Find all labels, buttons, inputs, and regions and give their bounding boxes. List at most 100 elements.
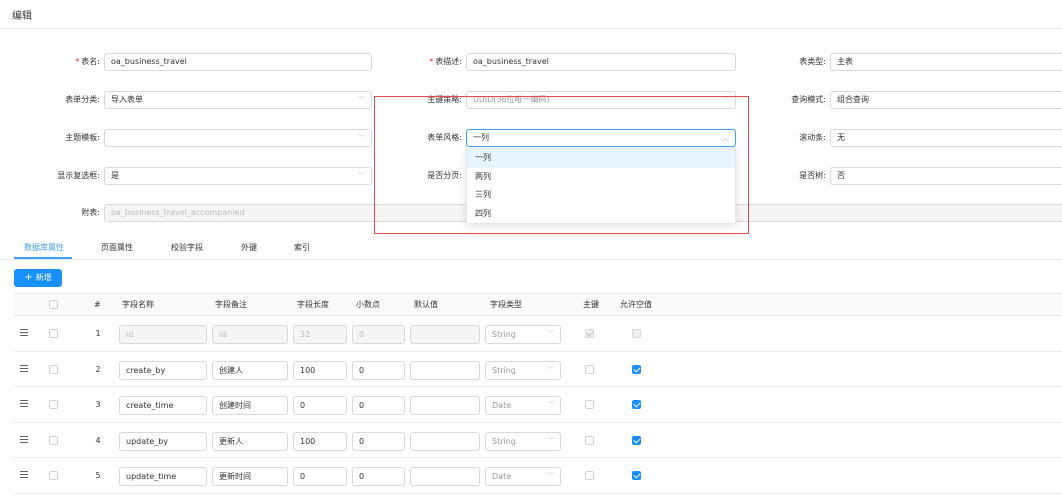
- field-remark-input[interactable]: 更新时间: [212, 467, 288, 486]
- field-remark-input[interactable]: 创建人: [212, 360, 288, 380]
- drag-handle-icon[interactable]: [20, 435, 28, 444]
- primary-key-checkbox[interactable]: [585, 364, 594, 374]
- table-row: 4 update_by 更新人 100 0 String ﹀: [14, 423, 1062, 458]
- field-length-input[interactable]: 0: [293, 467, 347, 486]
- col-decimal: 小数点: [356, 300, 380, 309]
- primary-key-checkbox[interactable]: [585, 400, 594, 409]
- decimal-input[interactable]: 0: [352, 360, 405, 380]
- decimal-input[interactable]: 0: [352, 431, 405, 451]
- query-mode-select[interactable]: 组合查询: [830, 91, 1062, 109]
- field-type-select[interactable]: Date ﹀: [485, 467, 561, 486]
- primary-key-checkbox[interactable]: [585, 435, 594, 445]
- show-checkbox-label: 显示复选框:: [57, 171, 100, 180]
- default-input[interactable]: [410, 396, 480, 415]
- scrollbar-label: 滚动条:: [799, 133, 826, 142]
- query-mode-label: 查询模式:: [791, 95, 826, 104]
- table-header: # 字段名称 字段备注 字段长度 小数点 默认值 字段类型 主键 允许空值: [14, 294, 1062, 316]
- col-field-length: 字段长度: [297, 300, 329, 309]
- table-row: 1 id id 32 0 String ﹀: [14, 316, 1062, 352]
- field-length-input[interactable]: 0: [293, 396, 347, 415]
- field-remark-input[interactable]: 更新人: [212, 431, 288, 451]
- tab-indexes[interactable]: 索引: [294, 242, 310, 253]
- dropdown-option-one-column[interactable]: 一列: [467, 149, 735, 168]
- field-remark-input[interactable]: 创建时间: [212, 396, 288, 415]
- chevron-down-icon: ﹀: [547, 401, 554, 409]
- field-name-input[interactable]: update_time: [119, 467, 207, 486]
- row-checkbox[interactable]: [49, 435, 58, 445]
- row-index: 2: [95, 364, 101, 374]
- field-name-input[interactable]: create_time: [119, 396, 207, 415]
- nullable-checkbox[interactable]: [632, 400, 641, 409]
- nullable-checkbox[interactable]: [632, 471, 641, 480]
- tab-page-properties[interactable]: 页面属性: [101, 242, 133, 253]
- dropdown-option-two-columns[interactable]: 两列: [467, 168, 735, 187]
- field-length-input[interactable]: 100: [293, 431, 347, 451]
- nullable-checkbox[interactable]: [632, 435, 641, 445]
- form-category-label: 表单分类:: [65, 95, 100, 104]
- drag-handle-icon[interactable]: [20, 400, 28, 408]
- pk-strategy-value: UUID(36位唯一编码): [473, 95, 550, 104]
- row-index: 3: [95, 400, 101, 409]
- table-desc-label-text: 表描述:: [435, 57, 462, 66]
- col-default: 默认值: [414, 300, 438, 309]
- drag-handle-icon[interactable]: [20, 471, 28, 479]
- show-checkbox-select[interactable]: 是 ﹀: [104, 167, 372, 185]
- table-type-input[interactable]: 主表: [830, 53, 1062, 71]
- pk-strategy-select[interactable]: UUID(36位唯一编码) ﹀: [466, 91, 736, 109]
- plus-icon: +: [24, 272, 33, 283]
- table-name-label-text: 表名:: [81, 57, 100, 66]
- field-name-input[interactable]: create_by: [119, 360, 207, 380]
- default-input[interactable]: [410, 431, 480, 451]
- tab-foreign-keys[interactable]: 外键: [241, 242, 257, 253]
- row-checkbox[interactable]: [49, 329, 58, 338]
- table-desc-input[interactable]: oa_business_travel: [466, 53, 736, 71]
- field-type-select[interactable]: String ﹀: [485, 360, 561, 380]
- field-type-value: Date: [492, 401, 512, 410]
- form-category-select[interactable]: 导入表单 ﹀: [104, 91, 372, 109]
- chevron-down-icon: ﹀: [547, 472, 554, 480]
- field-type-select[interactable]: String ﹀: [485, 325, 561, 344]
- is-tree-select[interactable]: 否: [830, 167, 1062, 185]
- field-type-select[interactable]: String ﹀: [485, 431, 561, 451]
- theme-template-select[interactable]: ﹀: [104, 129, 372, 147]
- add-button[interactable]: + 新增: [14, 269, 62, 287]
- tab-validation-fields[interactable]: 校验字段: [171, 242, 203, 253]
- field-remark-input[interactable]: id: [212, 325, 288, 344]
- form-style-select[interactable]: 一列 ︿: [466, 129, 736, 147]
- scrollbar-select[interactable]: 无: [830, 129, 1062, 147]
- nullable-checkbox[interactable]: [632, 329, 641, 338]
- drag-handle-icon[interactable]: [20, 364, 28, 373]
- dropdown-option-four-columns[interactable]: 四列: [467, 205, 735, 224]
- field-type-value: Date: [492, 472, 512, 481]
- drag-handle-icon[interactable]: [20, 329, 28, 337]
- chevron-down-icon: ﹀: [358, 96, 365, 104]
- row-checkbox[interactable]: [49, 400, 58, 409]
- row-index: 4: [95, 435, 101, 445]
- decimal-input[interactable]: 0: [352, 325, 405, 344]
- default-input[interactable]: [410, 360, 480, 380]
- pk-strategy-label: 主键策略:: [427, 95, 462, 104]
- show-checkbox-value: 是: [111, 171, 119, 180]
- dropdown-option-three-columns[interactable]: 三列: [467, 186, 735, 205]
- chevron-down-icon: ﹀: [547, 365, 554, 374]
- field-name-input[interactable]: id: [119, 325, 207, 344]
- table-type-label: 表类型:: [799, 57, 826, 66]
- primary-key-checkbox[interactable]: [585, 329, 594, 338]
- nullable-checkbox[interactable]: [632, 364, 641, 374]
- decimal-input[interactable]: 0: [352, 467, 405, 486]
- row-checkbox[interactable]: [49, 364, 58, 374]
- table-name-input[interactable]: oa_business_travel: [104, 53, 372, 71]
- field-name-input[interactable]: update_by: [119, 431, 207, 451]
- row-checkbox[interactable]: [49, 471, 58, 480]
- select-all-checkbox[interactable]: [49, 300, 58, 309]
- field-length-input[interactable]: 100: [293, 360, 347, 380]
- field-length-input[interactable]: 32: [293, 325, 347, 344]
- default-input[interactable]: [410, 467, 480, 486]
- tab-database-properties[interactable]: 数据库属性: [24, 242, 64, 253]
- chevron-down-icon: ﹀: [358, 172, 365, 180]
- primary-key-checkbox[interactable]: [585, 471, 594, 480]
- field-type-select[interactable]: Date ﹀: [485, 396, 561, 415]
- decimal-input[interactable]: 0: [352, 396, 405, 415]
- col-primary-key: 主键: [583, 300, 599, 309]
- default-input[interactable]: [410, 325, 480, 344]
